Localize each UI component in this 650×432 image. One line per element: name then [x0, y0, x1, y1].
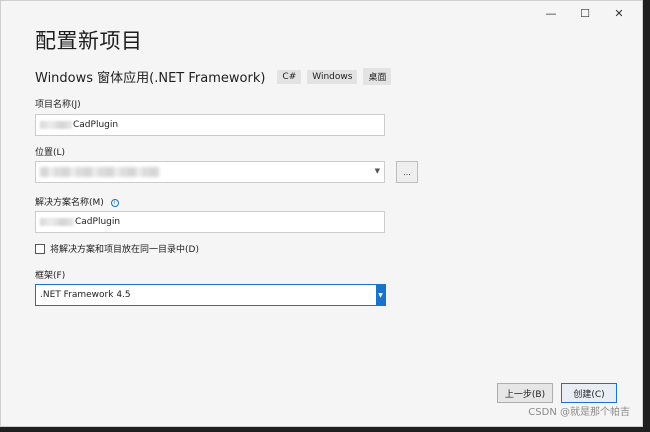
browse-button[interactable]: ... — [396, 161, 418, 183]
location-label: 位置(L) — [35, 148, 66, 158]
solution-name-value: CadPlugin — [75, 217, 121, 227]
minimize-icon[interactable]: — — [534, 3, 568, 23]
location-dropdown[interactable]: ▼ — [35, 161, 385, 183]
solution-name-label-row: 解决方案名称(M) i — [35, 195, 119, 208]
window-controls: — ☐ ✕ — [534, 3, 636, 23]
tag-desktop: 桌面 — [363, 68, 392, 85]
framework-label: 框架(F) — [35, 271, 66, 281]
create-button[interactable]: 创建(C) — [561, 383, 617, 403]
template-info: Windows 窗体应用(.NET Framework) C# Windows … — [35, 67, 392, 86]
back-button[interactable]: 上一步(B) — [497, 383, 553, 403]
framework-select[interactable]: .NET Framework 4.5 ▼ — [35, 284, 386, 306]
redacted-path — [40, 167, 160, 177]
chevron-down-icon[interactable]: ▼ — [375, 167, 380, 175]
info-icon[interactable]: i — [110, 198, 119, 207]
project-name-input[interactable]: CadPlugin — [35, 114, 385, 136]
redacted-text — [40, 218, 74, 226]
page-title: 配置新项目 — [35, 29, 143, 53]
solution-name-label: 解决方案名称(M) — [35, 198, 104, 208]
watermark: CSDN @就是那个帕吉 — [528, 407, 630, 418]
close-icon[interactable]: ✕ — [602, 3, 636, 23]
same-directory-checkbox[interactable] — [35, 243, 45, 254]
redacted-text — [40, 121, 72, 129]
tag-csharp: C# — [277, 69, 302, 84]
chevron-down-icon[interactable]: ▼ — [376, 285, 385, 305]
project-name-value: CadPlugin — [73, 120, 119, 130]
same-directory-label: 将解决方案和项目放在同一目录中(D) — [50, 245, 199, 255]
tag-windows: Windows — [307, 69, 358, 84]
template-name: Windows 窗体应用(.NET Framework) — [35, 71, 266, 86]
maximize-icon[interactable]: ☐ — [568, 3, 602, 23]
solution-name-input[interactable]: CadPlugin — [35, 211, 385, 233]
same-directory-option[interactable]: 将解决方案和项目放在同一目录中(D) — [35, 242, 199, 255]
configure-project-window: — ☐ ✕ 配置新项目 Windows 窗体应用(.NET Framework)… — [0, 0, 643, 427]
project-name-label: 项目名称(J) — [35, 100, 81, 110]
framework-value: .NET Framework 4.5 — [40, 290, 131, 300]
